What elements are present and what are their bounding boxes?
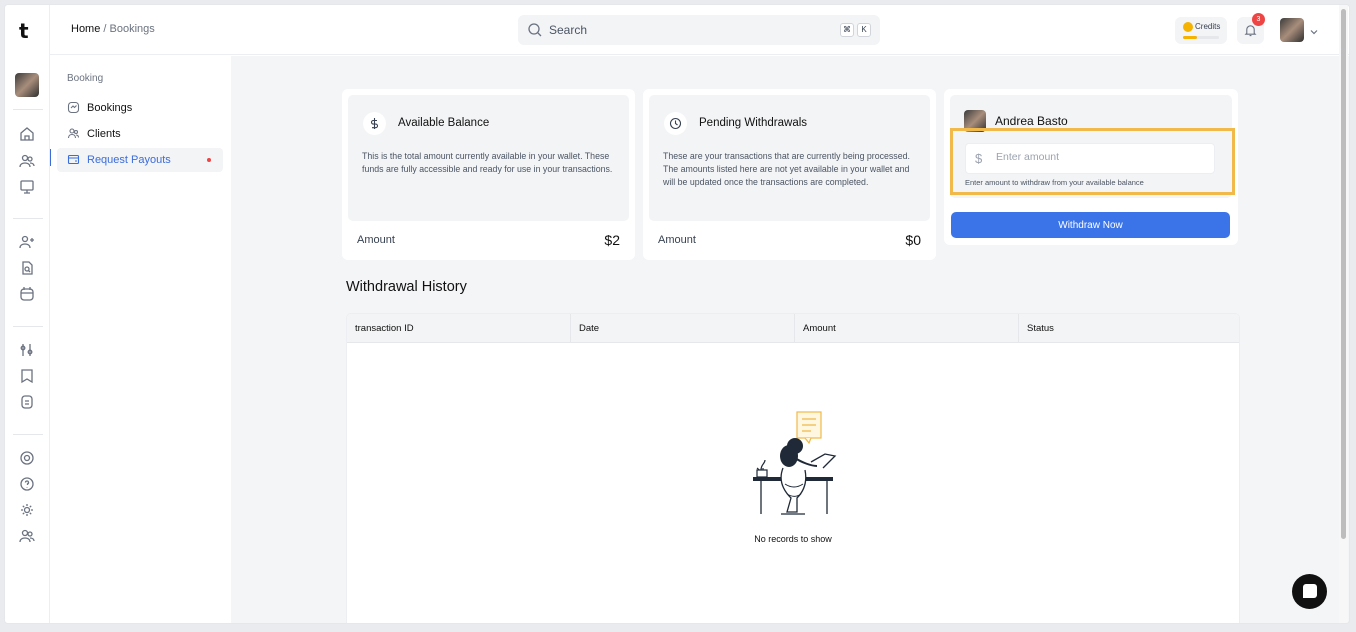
card-description: This is the total amount currently avail… — [362, 151, 613, 174]
clock-icon — [664, 112, 687, 135]
scrollbar[interactable] — [1339, 5, 1348, 623]
main-content: Available Balance This is the total amou… — [231, 56, 1349, 623]
withdraw-now-button[interactable]: Withdraw Now — [951, 212, 1230, 238]
empty-state-text: No records to show — [754, 534, 832, 544]
card-title: Available Balance — [398, 117, 490, 129]
credits-progress — [1183, 36, 1219, 39]
app-logo[interactable]: t — [19, 19, 29, 43]
rail-divider — [13, 218, 43, 219]
amount-value: $2 — [604, 232, 620, 248]
search-bar[interactable]: Search ⌘ K — [518, 15, 880, 45]
amount-value: $0 — [905, 232, 921, 248]
bookmark-icon[interactable] — [18, 367, 36, 385]
home-icon[interactable] — [18, 125, 36, 143]
withdraw-user-name: Andrea Basto — [995, 114, 1068, 128]
credits-label: Credits — [1195, 22, 1221, 31]
bell-icon — [1244, 25, 1257, 37]
chat-icon — [1303, 584, 1317, 598]
payouts-icon — [67, 153, 80, 166]
team-icon[interactable] — [18, 527, 36, 545]
app-window: t Home / Bookings Search ⌘ K Credits 3 B… — [4, 4, 1350, 624]
rail-divider — [13, 109, 43, 110]
rail-divider — [13, 434, 43, 435]
left-rail: t — [5, 5, 50, 623]
calendar-icon[interactable] — [18, 285, 36, 303]
currency-symbol: $ — [975, 151, 983, 166]
available-balance-card: Available Balance This is the total amou… — [342, 89, 635, 260]
column-header[interactable]: Amount — [795, 314, 1019, 343]
subnav-item-clients[interactable]: Clients — [57, 122, 223, 146]
booking-subnav: Booking Bookings Clients Request Payouts — [51, 56, 231, 623]
add-user-icon[interactable] — [18, 233, 36, 251]
shortcut-k-key: K — [857, 23, 871, 37]
help-icon[interactable] — [18, 475, 36, 493]
scrollbar-thumb[interactable] — [1341, 9, 1346, 539]
subnav-item-label: Clients — [87, 128, 121, 140]
amount-label: Amount — [658, 234, 696, 246]
breadcrumb-home[interactable]: Home — [71, 23, 100, 35]
document-icon[interactable] — [18, 393, 36, 411]
withdraw-card: Andrea Basto $ Enter amount to withdraw … — [944, 89, 1238, 245]
amount-hint: Enter amount to withdraw from your avail… — [965, 178, 1144, 187]
amount-field[interactable]: $ — [965, 143, 1215, 174]
amount-label: Amount — [357, 234, 395, 246]
breadcrumb-separator: / — [103, 23, 107, 35]
search-doc-icon[interactable] — [18, 259, 36, 277]
users-icon[interactable] — [18, 152, 36, 170]
credits-progress-fill — [1183, 36, 1198, 39]
chevron-down-icon[interactable] — [1309, 24, 1319, 35]
filters-icon[interactable] — [18, 341, 36, 359]
card-header: Pending Withdrawals These are your trans… — [649, 95, 930, 221]
withdraw-user-avatar — [964, 110, 986, 132]
withdrawal-history-title: Withdrawal History — [346, 279, 467, 295]
table-header: transaction ID Date Amount Status — [347, 314, 1239, 343]
monitor-icon[interactable] — [18, 178, 36, 196]
top-bar: Home / Bookings Search ⌘ K Credits 3 — [50, 5, 1349, 55]
breadcrumb: Home / Bookings — [71, 23, 155, 35]
subnav-item-request-payouts[interactable]: Request Payouts — [57, 148, 223, 172]
search-placeholder[interactable]: Search — [549, 23, 587, 37]
pending-withdrawals-card: Pending Withdrawals These are your trans… — [643, 89, 936, 260]
subnav-item-bookings[interactable]: Bookings — [57, 96, 223, 120]
user-avatar[interactable] — [1280, 18, 1304, 42]
column-header[interactable]: Date — [571, 314, 795, 343]
credits-widget[interactable]: Credits — [1175, 17, 1227, 44]
card-description: These are your transactions that are cur… — [663, 151, 910, 187]
gear-icon[interactable] — [18, 501, 36, 519]
withdrawal-history-table: transaction ID Date Amount Status No rec… — [346, 313, 1240, 623]
notification-badge: 3 — [1252, 13, 1265, 26]
subnav-item-label: Request Payouts — [87, 154, 171, 166]
subnav-item-label: Bookings — [87, 102, 133, 114]
clients-icon — [67, 127, 80, 140]
empty-state-illustration — [753, 411, 837, 515]
card-header: Available Balance This is the total amou… — [348, 95, 629, 221]
column-header[interactable]: Status — [1019, 314, 1239, 343]
coin-icon — [1183, 22, 1193, 32]
rail-avatar[interactable] — [15, 73, 39, 97]
chat-launcher-button[interactable] — [1292, 574, 1327, 609]
search-icon — [527, 22, 543, 38]
column-header[interactable]: transaction ID — [347, 314, 571, 343]
notifications-button[interactable]: 3 — [1237, 13, 1265, 44]
shortcut-cmd-key: ⌘ — [840, 23, 854, 37]
amount-input[interactable] — [996, 151, 1196, 163]
rail-divider — [13, 326, 43, 327]
support-icon[interactable] — [18, 449, 36, 467]
unread-dot — [207, 158, 211, 162]
card-title: Pending Withdrawals — [699, 117, 808, 129]
dollar-icon — [363, 112, 386, 135]
breadcrumb-current: Bookings — [109, 23, 155, 35]
subnav-group-label: Booking — [67, 73, 104, 84]
bookings-icon — [67, 101, 80, 114]
